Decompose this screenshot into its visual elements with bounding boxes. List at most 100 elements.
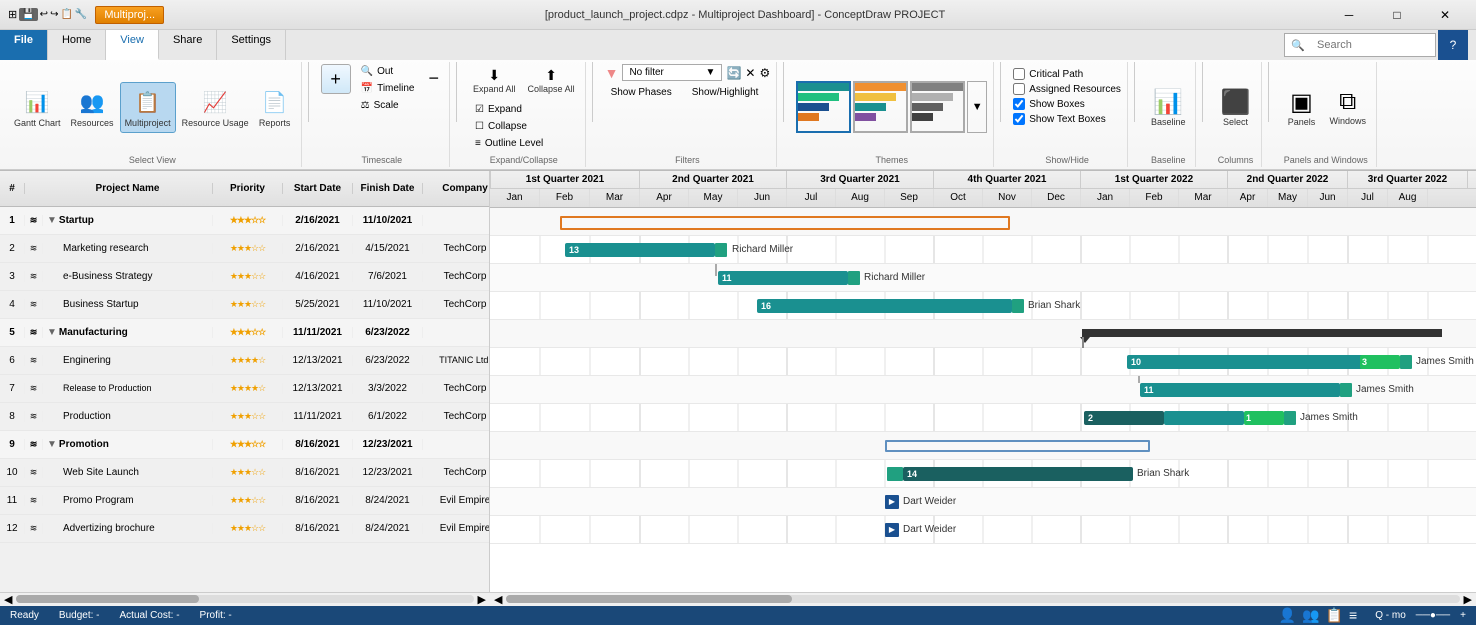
gantt-bar-manufacturing[interactable] [1082,329,1442,337]
minimize-button[interactable]: ─ [1326,0,1372,30]
multiproject-view-button[interactable]: 📋 Multiproject [120,82,176,133]
table-row[interactable]: 2 ≋ Marketing research ★★★☆☆ 2/16/2021 4… [0,235,489,263]
gantt-bar-production[interactable]: 2 [1084,411,1164,425]
maximize-button[interactable]: □ [1374,0,1420,30]
select-button[interactable]: ⬛ Select [1215,85,1255,131]
month-oct: Oct [934,189,983,207]
no-filter-dropdown[interactable]: No filter ▼ [622,64,722,81]
zoom-plus-icon[interactable]: + [1460,610,1466,621]
dropdown-arrow: ▼ [706,67,716,78]
show-highlight-button[interactable]: Show/Highlight [686,85,765,100]
close-button[interactable]: ✕ [1422,0,1468,30]
table-row[interactable]: 12 ≋ Advertizing brochure ★★★☆☆ 8/16/202… [0,515,489,543]
quarter-row: 1st Quarter 2021 2nd Quarter 2021 3rd Qu… [490,171,1476,189]
table-row[interactable]: 8 ≋ Production ★★★☆☆ 11/11/2021 6/1/2022… [0,403,489,431]
scale-icon: ⚖ [361,100,370,111]
table-row[interactable]: 10 ≋ Web Site Launch ★★★☆☆ 8/16/2021 12/… [0,459,489,487]
help-button[interactable]: ? [1438,30,1468,60]
panels-button[interactable]: ▣ Panels [1281,85,1321,131]
zoom-slider[interactable]: ──●── [1416,610,1450,621]
ribbon-content: 📊 Gantt Chart 👥 Resources 📋 Multiproject… [0,60,1476,170]
out-button[interactable]: 🔍 Out [355,64,421,79]
gantt-bar-release[interactable]: 11 [1140,383,1340,397]
show-boxes-checkbox[interactable] [1013,98,1025,110]
gantt-bar-startup[interactable] [560,216,1010,230]
collapse-icon-1[interactable]: ▼ [47,215,57,226]
status-icon-3[interactable]: 📋 [1326,607,1343,624]
collapse-icon-9[interactable]: ▼ [47,439,57,450]
table-row[interactable]: 11 ≋ Promo Program ★★★☆☆ 8/16/2021 8/24/… [0,487,489,515]
quarter-3: 3rd Quarter 2021 [787,171,934,188]
gantt-bar-websitelaunch[interactable]: 14 [903,467,1133,481]
gantt-bar-marketing[interactable]: 13 [565,243,715,257]
gantt-scroll-left-icon[interactable]: ◀ [494,593,502,606]
assigned-resources-checkbox[interactable] [1013,83,1025,95]
table-row[interactable]: 5 ≋ ▼Manufacturing ★★★☆☆ 11/11/2021 6/23… [0,319,489,347]
search-input[interactable] [1309,36,1429,54]
tab-view[interactable]: View [106,30,159,60]
table-row[interactable]: 7 ≋ Release to Production ★★★★☆ 12/13/20… [0,375,489,403]
theme-scroll-down[interactable]: ▼ [967,81,987,133]
main-content: # Project Name Priority Start Date Finis… [0,171,1476,592]
gantt-bar-promotion[interactable] [885,440,1150,452]
theme-2[interactable] [853,81,908,133]
multiproject-button[interactable]: Multiproj... [95,6,164,24]
zoom-in-button[interactable]: + [321,64,351,94]
milestone-4 [1012,299,1024,313]
resources-button[interactable]: 👥 Resources [67,83,118,132]
gantt-chart-button[interactable]: 📊 Gantt Chart [10,83,65,132]
expand-icon-5[interactable]: ≋ [25,327,43,338]
critical-path-checkbox[interactable] [1013,68,1025,80]
clear-filter-icon[interactable]: ✕ [745,66,755,80]
timeline-button[interactable]: 📅 Timeline [355,81,421,96]
expand-all-button[interactable]: ⬇ Expand All [469,64,520,98]
expand-icon-9[interactable]: ≋ [25,439,43,450]
show-phases-button[interactable]: Show Phases [605,85,678,100]
gantt-bar-ebusiness[interactable]: 11 [718,271,848,285]
status-icon-2[interactable]: 👥 [1302,607,1319,624]
show-text-boxes-checkbox[interactable] [1013,113,1025,125]
milestone-2 [715,243,727,257]
reports-button[interactable]: 📄 Reports [255,83,295,132]
scale-button[interactable]: ⚖ Scale [355,98,421,113]
filter-options-icon[interactable]: ⚙ [759,66,770,80]
collapse-all-button[interactable]: ⬆ Collapse All [524,64,579,98]
theme-3[interactable] [910,81,965,133]
collapse-button[interactable]: ☐Collapse [469,119,549,134]
expand-button[interactable]: ☑Expand [469,102,549,117]
gantt-row-7: 11 James Smith [490,376,1476,404]
month-aug2: Aug [1388,189,1428,207]
expand-icon-1[interactable]: ≋ [25,215,43,226]
milestone-3 [848,271,860,285]
tab-share[interactable]: Share [159,30,217,60]
status-icon-1[interactable]: 👤 [1279,607,1296,624]
baseline-button[interactable]: 📊 Baseline [1147,85,1190,131]
gantt-bar-engineering[interactable]: 10 [1127,355,1392,369]
windows-button[interactable]: ⧉ Windows [1325,85,1370,130]
window-controls[interactable]: ─ □ ✕ [1326,0,1468,30]
scroll-left-icon[interactable]: ◀ [4,593,12,606]
table-row[interactable]: 1 ≋ ▼Startup ★★★☆☆ 2/16/2021 11/10/2021 [0,207,489,235]
gantt-bar-bizstartup[interactable]: 16 [757,299,1012,313]
tab-home[interactable]: Home [48,30,106,60]
table-header: # Project Name Priority Start Date Finis… [0,171,489,207]
collapse-icon-5[interactable]: ▼ [47,327,57,338]
table-row[interactable]: 6 ≋ Enginering ★★★★☆ 12/13/2021 6/23/202… [0,347,489,375]
outline-level-button[interactable]: ≡Outline Level [469,136,549,151]
zoom-out-button[interactable]: − [425,64,444,93]
table-row[interactable]: 9 ≋ ▼Promotion ★★★☆☆ 8/16/2021 12/23/202… [0,431,489,459]
tab-file[interactable]: File [0,30,48,60]
theme-1[interactable] [796,81,851,133]
tab-settings[interactable]: Settings [217,30,286,60]
gantt-scroll-right-icon[interactable]: ▶ [1464,593,1472,606]
scroll-right-icon[interactable]: ▶ [478,593,486,606]
status-icon-4[interactable]: ≡ [1349,607,1357,624]
table-row[interactable]: 4 ≋ Business Startup ★★★☆☆ 5/25/2021 11/… [0,291,489,319]
bar-label-7: James Smith [1356,384,1414,395]
refresh-icon[interactable]: 🔄 [726,66,741,80]
table-row[interactable]: 3 ≋ e-Business Strategy ★★★☆☆ 4/16/2021 … [0,263,489,291]
scroll-area[interactable]: ◀ ▶ ◀ ▶ [0,592,1476,606]
row-icon-8: ≋ [25,411,43,422]
windows-icon: ⧉ [1339,88,1356,116]
resource-usage-button[interactable]: 📈 Resource Usage [178,83,253,132]
